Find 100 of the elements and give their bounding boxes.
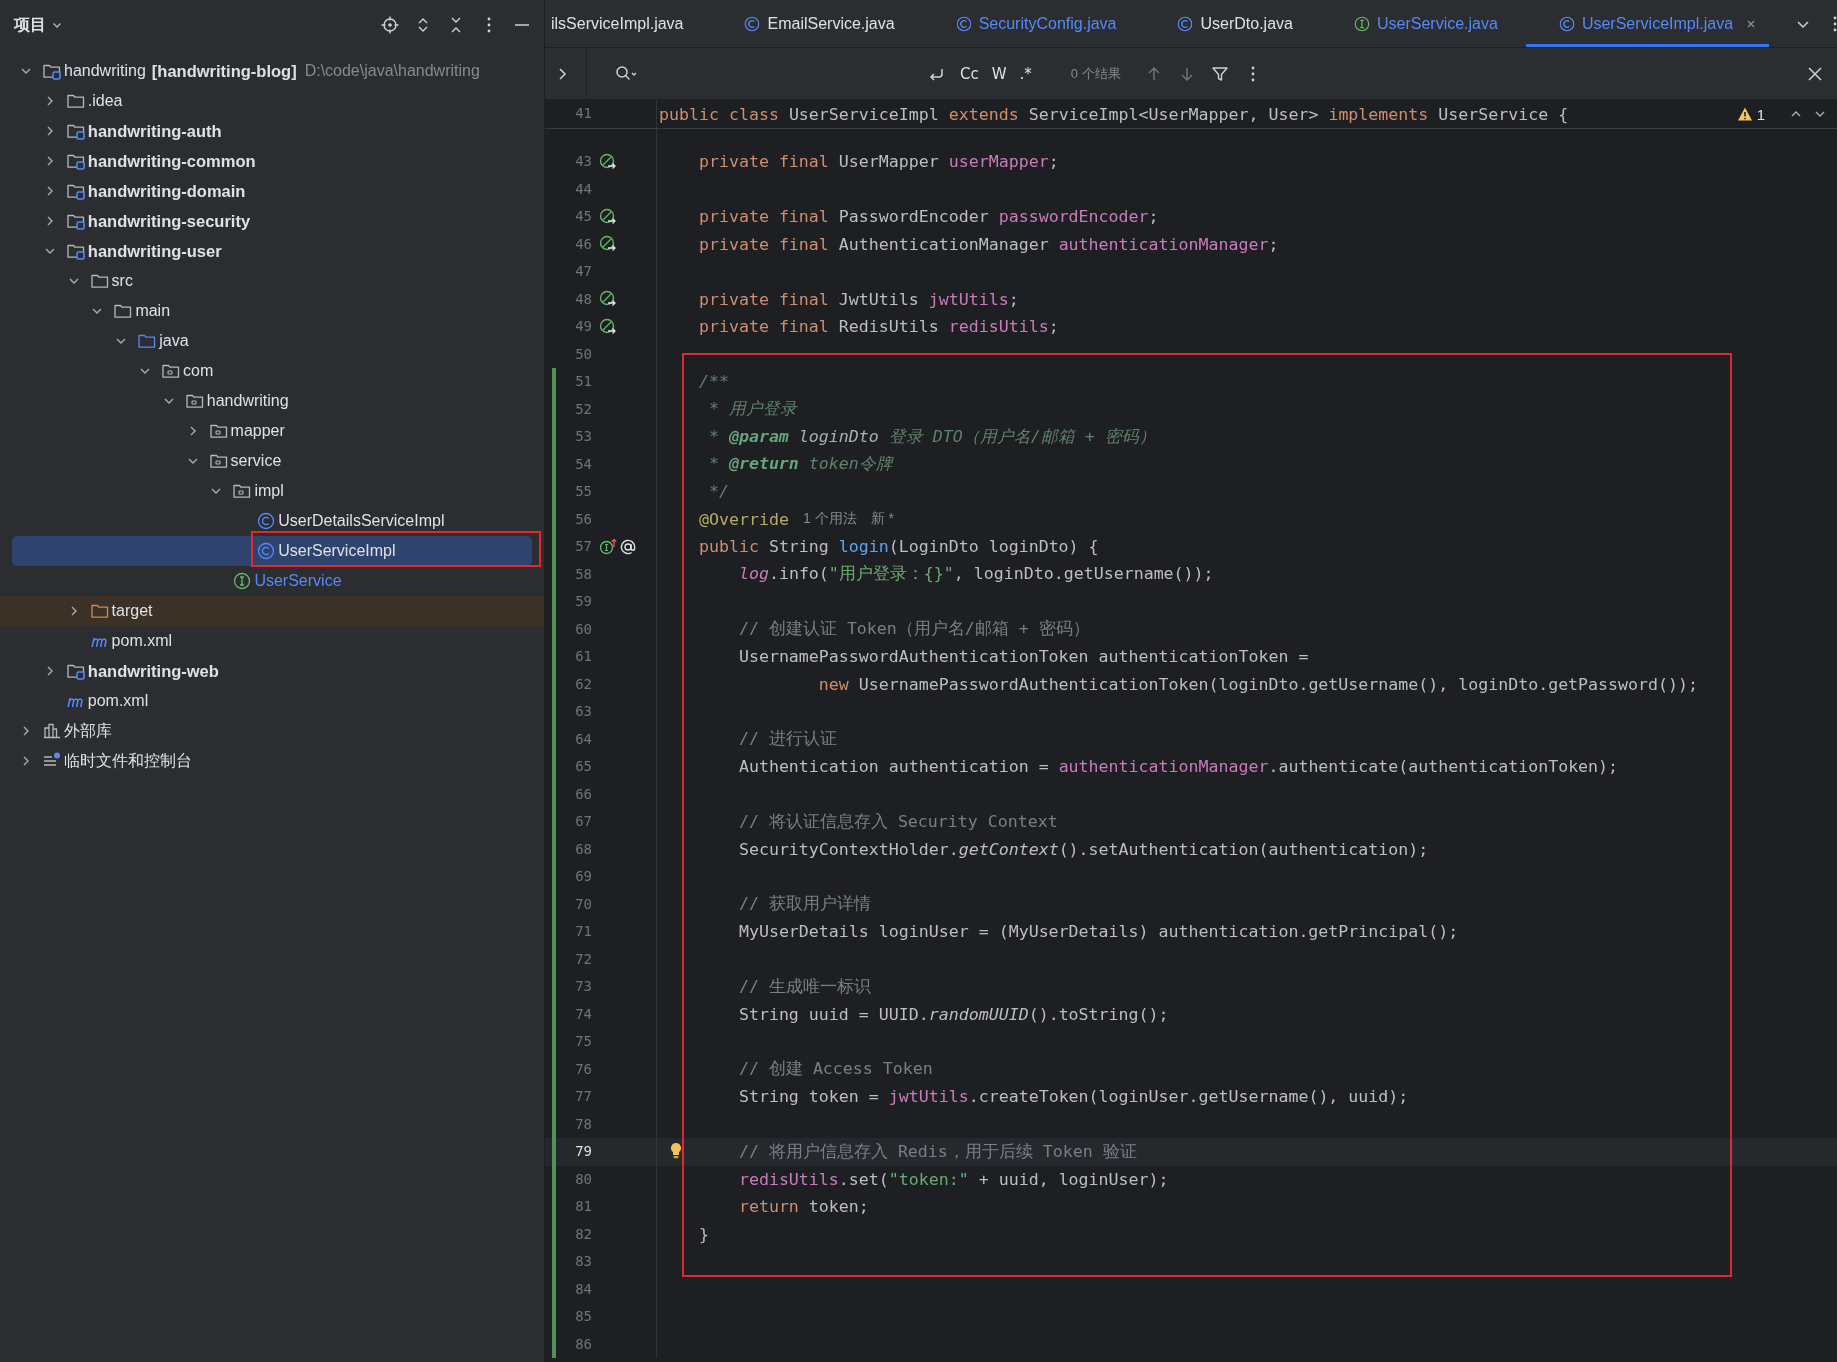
interface-icon [1352,14,1371,33]
item-label: service [230,452,282,470]
warning-count[interactable]: 1 [1756,105,1765,123]
line-number: 82 [574,1224,592,1244]
line-number: 54 [574,454,592,474]
item-label: handwriting-security [87,211,251,231]
line-number: 61 [574,647,592,666]
tree-item[interactable]: pom.xml [12,626,532,656]
code-line: private final RedisUtils redisUtils; [698,317,1059,337]
search-option-toggle[interactable]: W [991,64,1007,83]
line-number: 49 [574,317,592,336]
code-line: // 获取用户详情 [738,893,871,916]
tree-item[interactable]: UserDetailsServiceImpl [12,506,532,536]
code-line: // 创建 Access Token [738,1058,933,1081]
item-label: UserServiceImpl [278,542,396,560]
editor-tab[interactable]: SecurityConfig.java [922,0,1145,47]
tree-item[interactable]: handwriting-user [12,236,532,266]
line-number: 62 [574,674,592,694]
line-number: 70 [574,894,592,914]
code-line: String token = jwtUtils.createToken(loginUser.getUsername(), uuid); [738,1087,1409,1107]
inlay-hint[interactable]: 新 * [870,510,894,529]
code-line: String uuid = UUID.randomUUID().toString(); [738,1004,1169,1024]
tree-item[interactable]: target [0,596,544,626]
at-icon[interactable] [619,537,637,556]
tree-item[interactable]: service [12,446,532,476]
tree-item[interactable]: UserService [12,566,532,596]
line-number: 65 [574,757,592,776]
code-line: // 生成唯一标识 [738,975,871,998]
injection-icon[interactable] [599,317,617,336]
tree-item[interactable]: 外部库 [12,716,532,746]
tree-item[interactable]: .idea [12,86,532,116]
line-number: 63 [574,702,592,721]
item-label: mapper [230,422,285,440]
tree-item[interactable]: handwriting-common [12,146,532,176]
panel-title[interactable]: 项目 [14,14,46,36]
line-number: 55 [574,482,592,501]
code-line: log.info("用户登录：{}", loginDto.getUsername()); [738,563,1214,586]
code-line: MyUserDetails loginUser = (MyUserDetails) authentication.getPrincipal(); [738,922,1459,942]
code-line: // 将认证信息存入 Security Context [738,810,1058,833]
line-number: 78 [574,1114,592,1134]
tree-item[interactable]: UserServiceImpl [12,536,532,566]
tree-item[interactable]: com [12,356,532,386]
implements-icon[interactable] [599,537,617,556]
class-icon [256,511,277,531]
item-label: pom.xml [111,632,173,650]
code-line: UsernamePasswordAuthenticationToken authenticationToken = [738,647,1309,667]
line-number: 67 [574,812,592,831]
tree-item[interactable]: java [12,326,532,356]
line-number: 69 [574,867,592,886]
tree-item[interactable]: pom.xml [12,686,532,716]
code-line: SecurityContextHolder.getContext().setAuthentication(authentication); [738,839,1429,859]
tree-item[interactable]: 临时文件和控制台 [12,746,532,776]
line-number: 81 [574,1197,592,1216]
warning-icon[interactable] [1736,106,1753,122]
search-option-toggle[interactable]: Cc [960,64,979,83]
editor-tab[interactable]: UserService.java [1320,0,1526,47]
line-number: 41 [574,104,592,123]
editor-tab[interactable]: ilsServiceImpl.java [545,0,712,47]
line-number: 79 [574,1142,592,1161]
tree-item[interactable]: src [12,266,532,296]
item-label: src [111,272,133,290]
code-line: // 创建认证 Token（用户名/邮箱 + 密码） [738,618,1090,641]
line-number: 77 [574,1087,592,1106]
code-line: @Override [698,509,789,529]
line-number: 46 [574,234,592,254]
tree-item[interactable]: handwriting [handwriting-blog] D:\code\java\handwriting [12,56,532,86]
class-icon [1176,14,1195,33]
tree-item[interactable]: handwriting-web [12,656,532,686]
code-line: * @return token令牌 [708,453,893,476]
line-number: 52 [574,399,592,419]
tree-item[interactable]: main [12,296,532,326]
class-icon [1557,14,1576,33]
injection-icon[interactable] [599,152,617,171]
line-number: 80 [574,1169,592,1189]
code-line: public class UserServiceImpl extends ServiceImpl<UserMapper, User> implements UserService { [659,104,1569,124]
tree-item[interactable]: handwriting-auth [12,116,532,146]
line-number: 57 [574,537,592,556]
tree-item[interactable]: handwriting-security [12,206,532,236]
line-number: 53 [574,427,592,446]
item-label: 外部库 [64,720,112,741]
tree-item[interactable]: handwriting-domain [12,176,532,206]
line-number: 72 [574,949,592,969]
line-number: 68 [574,839,592,859]
editor-tab[interactable]: UserDto.java [1144,0,1321,47]
item-label: com [183,362,214,380]
editor-tab[interactable]: EmailService.java [711,0,923,47]
search-option-toggle[interactable]: .* [1019,64,1032,83]
bulb-icon[interactable] [669,1142,683,1160]
tree-item[interactable]: impl [12,476,532,506]
item-label: 临时文件和控制台 [64,750,192,771]
locate-icon[interactable] [380,15,400,35]
code-line: return token; [738,1197,869,1217]
item-label: handwriting [206,392,289,410]
tree-item[interactable]: handwriting [12,386,532,416]
tree-item[interactable]: mapper [12,416,532,446]
item-label: handwriting-common [87,151,256,171]
injection-icon[interactable] [599,207,617,226]
code-line: private final AuthenticationManager authenticationManager; [698,234,1279,254]
inlay-hint[interactable]: 1 个用法 [802,510,857,529]
line-number: 47 [574,262,592,281]
